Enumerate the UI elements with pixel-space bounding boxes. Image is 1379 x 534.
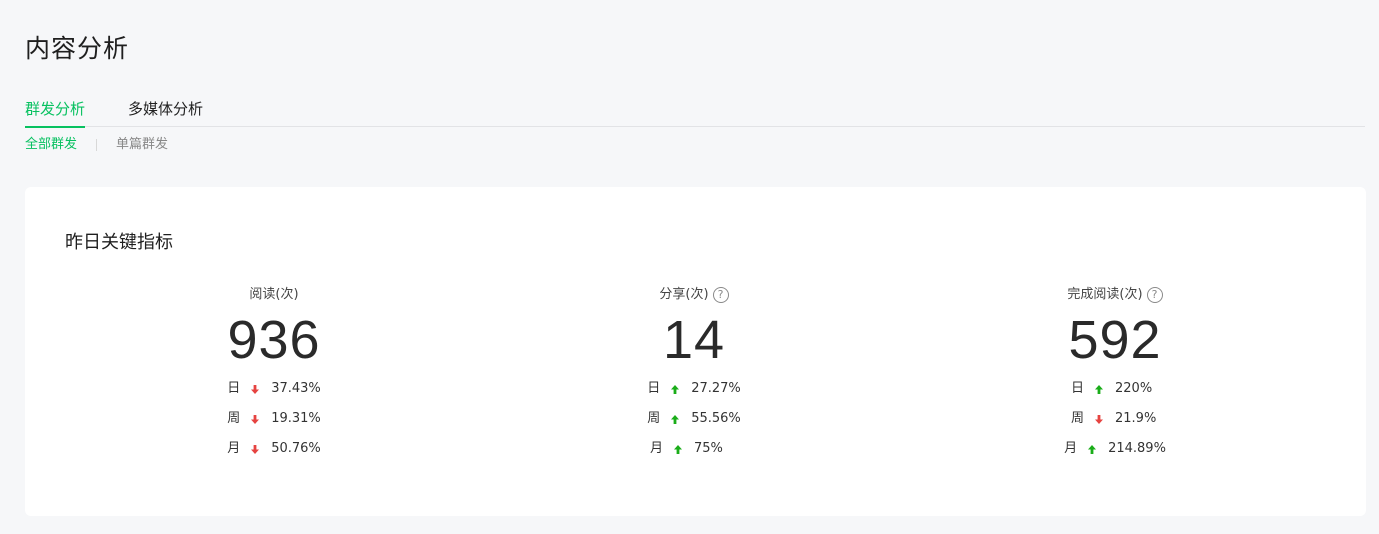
main-tabs: 群发分析 多媒体分析 — [25, 98, 1365, 128]
change-value: 37.43% — [271, 381, 321, 396]
change-row-month: 月 214.89% — [965, 434, 1265, 464]
tab-multimedia-analysis[interactable]: 多媒体分析 — [128, 98, 203, 126]
subtab-divider — [96, 139, 98, 151]
change-period: 周 — [1071, 411, 1085, 426]
tab-mass-send-analysis[interactable]: 群发分析 — [25, 98, 86, 128]
change-value: 75% — [694, 441, 723, 456]
key-metrics-card: 昨日关键指标 阅读(次) 936 日 37.43% 周 19.31% 月 50.… — [25, 187, 1366, 516]
metric-reads: 阅读(次) 936 日 37.43% 周 19.31% 月 50.76% — [124, 283, 424, 464]
change-value: 220% — [1115, 381, 1153, 396]
arrow-up-icon — [663, 374, 687, 404]
change-list: 日 27.27% 周 55.56% 月 75% — [544, 374, 844, 464]
arrow-down-icon — [243, 374, 267, 404]
arrow-up-icon — [1087, 374, 1111, 404]
change-row-day: 日 220% — [965, 374, 1265, 404]
arrow-up-icon — [663, 404, 687, 434]
arrow-up-icon — [1080, 434, 1104, 464]
change-list: 日 220% 周 21.9% 月 214.89% — [965, 374, 1265, 464]
metric-value: 14 — [662, 310, 726, 370]
change-period: 日 — [1071, 381, 1085, 396]
metric-label-text: 完成阅读(次) — [1067, 287, 1143, 302]
change-row-day: 日 37.43% — [124, 374, 424, 404]
change-period: 周 — [647, 411, 661, 426]
change-row-week: 周 21.9% — [965, 404, 1265, 434]
metric-label: 阅读(次) — [249, 285, 298, 305]
subtab-all-mass-send[interactable]: 全部群发 — [25, 136, 77, 154]
change-period: 日 — [227, 381, 241, 396]
change-row-month: 月 50.76% — [124, 434, 424, 464]
metric-completed-reads: 完成阅读(次) ? 592 日 220% 周 21.9% 月 214.89% — [965, 283, 1265, 464]
metric-label: 完成阅读(次) ? — [1067, 285, 1163, 305]
change-period: 日 — [647, 381, 661, 396]
card-title: 昨日关键指标 — [65, 232, 173, 253]
change-value: 27.27% — [691, 381, 741, 396]
change-period: 周 — [227, 411, 241, 426]
subtab-single-article[interactable]: 单篇群发 — [116, 136, 168, 154]
arrow-down-icon — [243, 404, 267, 434]
change-period: 月 — [1064, 441, 1078, 456]
change-period: 月 — [227, 441, 241, 456]
arrow-up-icon — [666, 434, 690, 464]
help-icon[interactable]: ? — [1146, 287, 1163, 303]
change-row-week: 周 55.56% — [544, 404, 844, 434]
metric-shares: 分享(次) ? 14 日 27.27% 周 55.56% 月 75% — [544, 283, 844, 464]
change-row-week: 周 19.31% — [124, 404, 424, 434]
help-icon[interactable]: ? — [712, 287, 729, 303]
arrow-down-icon — [1087, 404, 1111, 434]
sub-tabs: 全部群发 单篇群发 — [25, 136, 168, 154]
change-period: 月 — [650, 441, 664, 456]
change-row-month: 月 75% — [544, 434, 844, 464]
change-value: 55.56% — [691, 411, 741, 426]
metric-value: 936 — [227, 310, 321, 370]
page-title: 内容分析 — [25, 34, 130, 63]
change-row-day: 日 27.27% — [544, 374, 844, 404]
metric-value: 592 — [1068, 310, 1162, 370]
arrow-down-icon — [243, 434, 267, 464]
metric-label-text: 分享(次) — [659, 287, 709, 302]
change-value: 21.9% — [1115, 411, 1157, 426]
metric-label: 分享(次) ? — [659, 285, 729, 305]
change-value: 50.76% — [271, 441, 321, 456]
change-list: 日 37.43% 周 19.31% 月 50.76% — [124, 374, 424, 464]
change-value: 19.31% — [271, 411, 321, 426]
metric-label-text: 阅读(次) — [249, 287, 299, 302]
change-value: 214.89% — [1108, 441, 1166, 456]
